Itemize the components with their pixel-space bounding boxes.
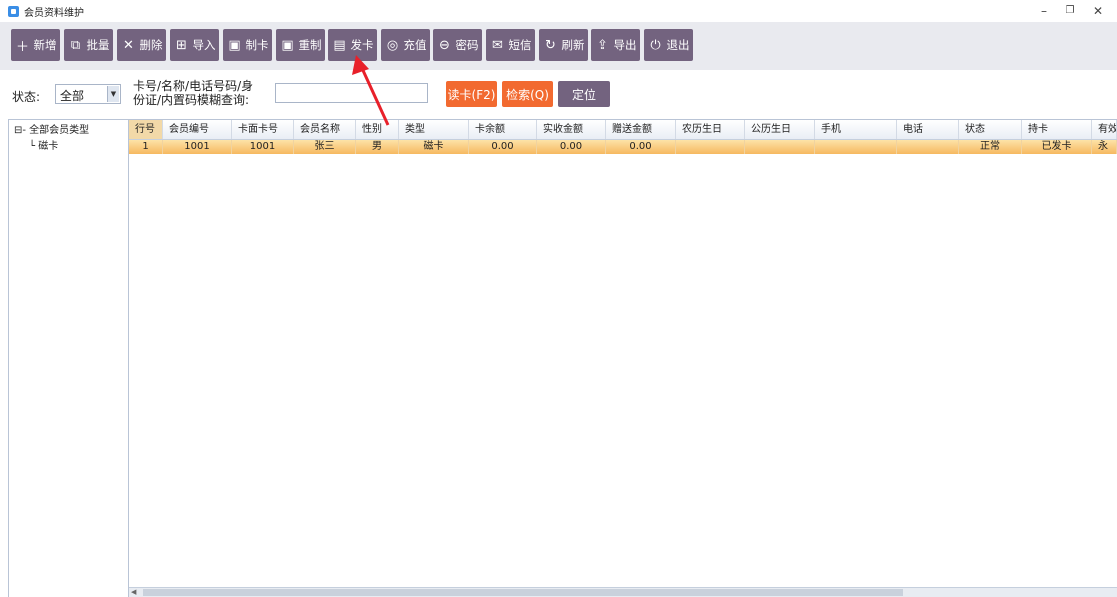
annotation-arrow [352, 55, 390, 126]
arrow-head [352, 55, 369, 75]
arrow-shaft [359, 65, 390, 126]
